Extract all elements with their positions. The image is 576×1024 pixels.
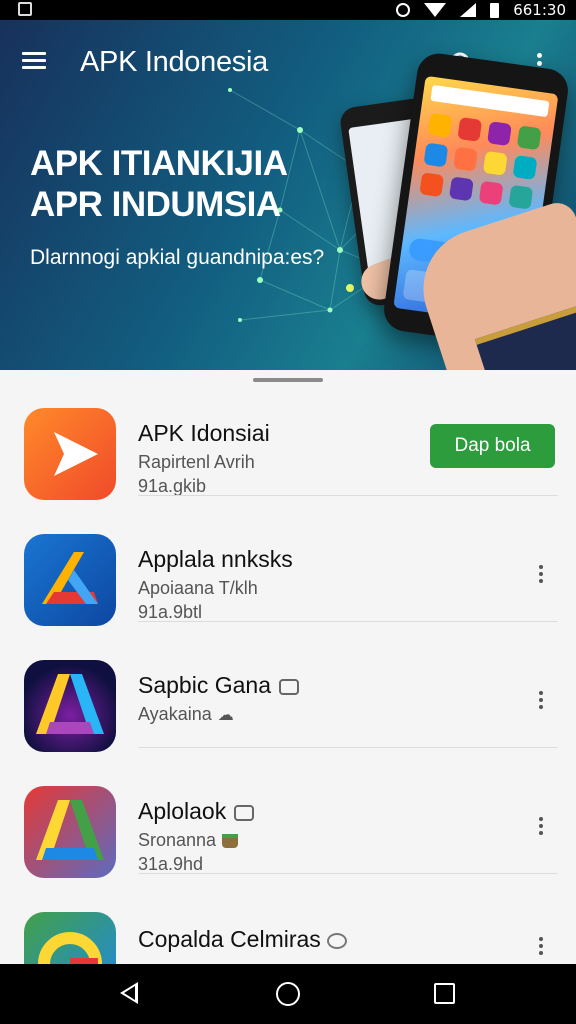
menu-icon[interactable] — [22, 48, 52, 78]
badge-icon: ☁ — [217, 705, 234, 724]
install-button[interactable]: Dap bola — [430, 424, 555, 468]
plant-icon — [222, 834, 239, 849]
recent-apps-icon[interactable] — [434, 983, 455, 1004]
status-bar: 661:30 — [0, 0, 576, 20]
hero-headline-line2: APR INDUMSIA — [30, 185, 281, 224]
a-logo-icon — [24, 660, 116, 752]
notification-icon — [18, 2, 32, 16]
app-name: Applala nnksks — [138, 546, 293, 572]
app-publisher: Ayakaina ☁ — [138, 704, 234, 724]
app-size: 91a.gkib — [138, 476, 207, 496]
list-item[interactable]: Applala nnksks Apoiaana T/klh 91a.9btl — [0, 496, 576, 626]
more-options-icon[interactable] — [532, 562, 550, 594]
list-item[interactable]: Aplolaok Sronanna 31a.9hd — [0, 748, 576, 878]
hero-subtitle: Dlarnnogi apkial guandnipa:es? — [30, 246, 325, 269]
app-name: Sapbic Gana — [138, 672, 299, 699]
tag-icon — [278, 678, 299, 695]
app-size: 31a.9hd — [138, 854, 204, 874]
more-options-icon[interactable] — [532, 688, 550, 720]
more-options-icon[interactable] — [532, 814, 550, 846]
back-icon-inner — [124, 986, 135, 1000]
list-item[interactable]: Sapbic Gana Ayakaina ☁ — [0, 622, 576, 752]
app-name: Copalda Celmiras — [138, 926, 347, 953]
app-publisher: Sronanna — [138, 830, 239, 851]
app-list-sheet: APK Idonsiai Rapirtenl Avrih 91a.gkib Da… — [0, 370, 576, 1004]
alarm-icon — [396, 3, 411, 17]
app-publisher: Rapirtenl Avrih — [138, 452, 255, 472]
system-nav-bar — [0, 964, 576, 1024]
coins-icon — [326, 932, 347, 949]
hero-banner: APK Indonesia APK ITIANKIJIA APR INDUMSI… — [0, 20, 576, 370]
triangle-logo-icon — [24, 786, 116, 878]
list-item[interactable]: APK Idonsiai Rapirtenl Avrih 91a.gkib Da… — [0, 370, 576, 500]
app-name: Aplolaok — [138, 798, 255, 825]
battery-icon — [490, 2, 500, 18]
app-title: APK Indonesia — [80, 46, 268, 78]
more-options-icon[interactable] — [532, 934, 550, 966]
app-name: APK Idonsiai — [138, 420, 270, 446]
tag-icon — [234, 804, 255, 821]
status-time: 661:30 — [513, 1, 566, 19]
app-size: 91a.9btl — [138, 602, 203, 622]
home-icon[interactable] — [276, 982, 300, 1006]
app-publisher: Apoiaana T/klh — [138, 578, 258, 598]
wifi-icon — [424, 3, 447, 17]
arrow-logo-icon — [24, 534, 116, 626]
status-icons: 661:30 — [396, 0, 566, 20]
hero-headline-line1: APK ITIANKIJIA — [30, 144, 288, 183]
signal-icon — [460, 3, 477, 17]
play-icon — [24, 408, 116, 500]
